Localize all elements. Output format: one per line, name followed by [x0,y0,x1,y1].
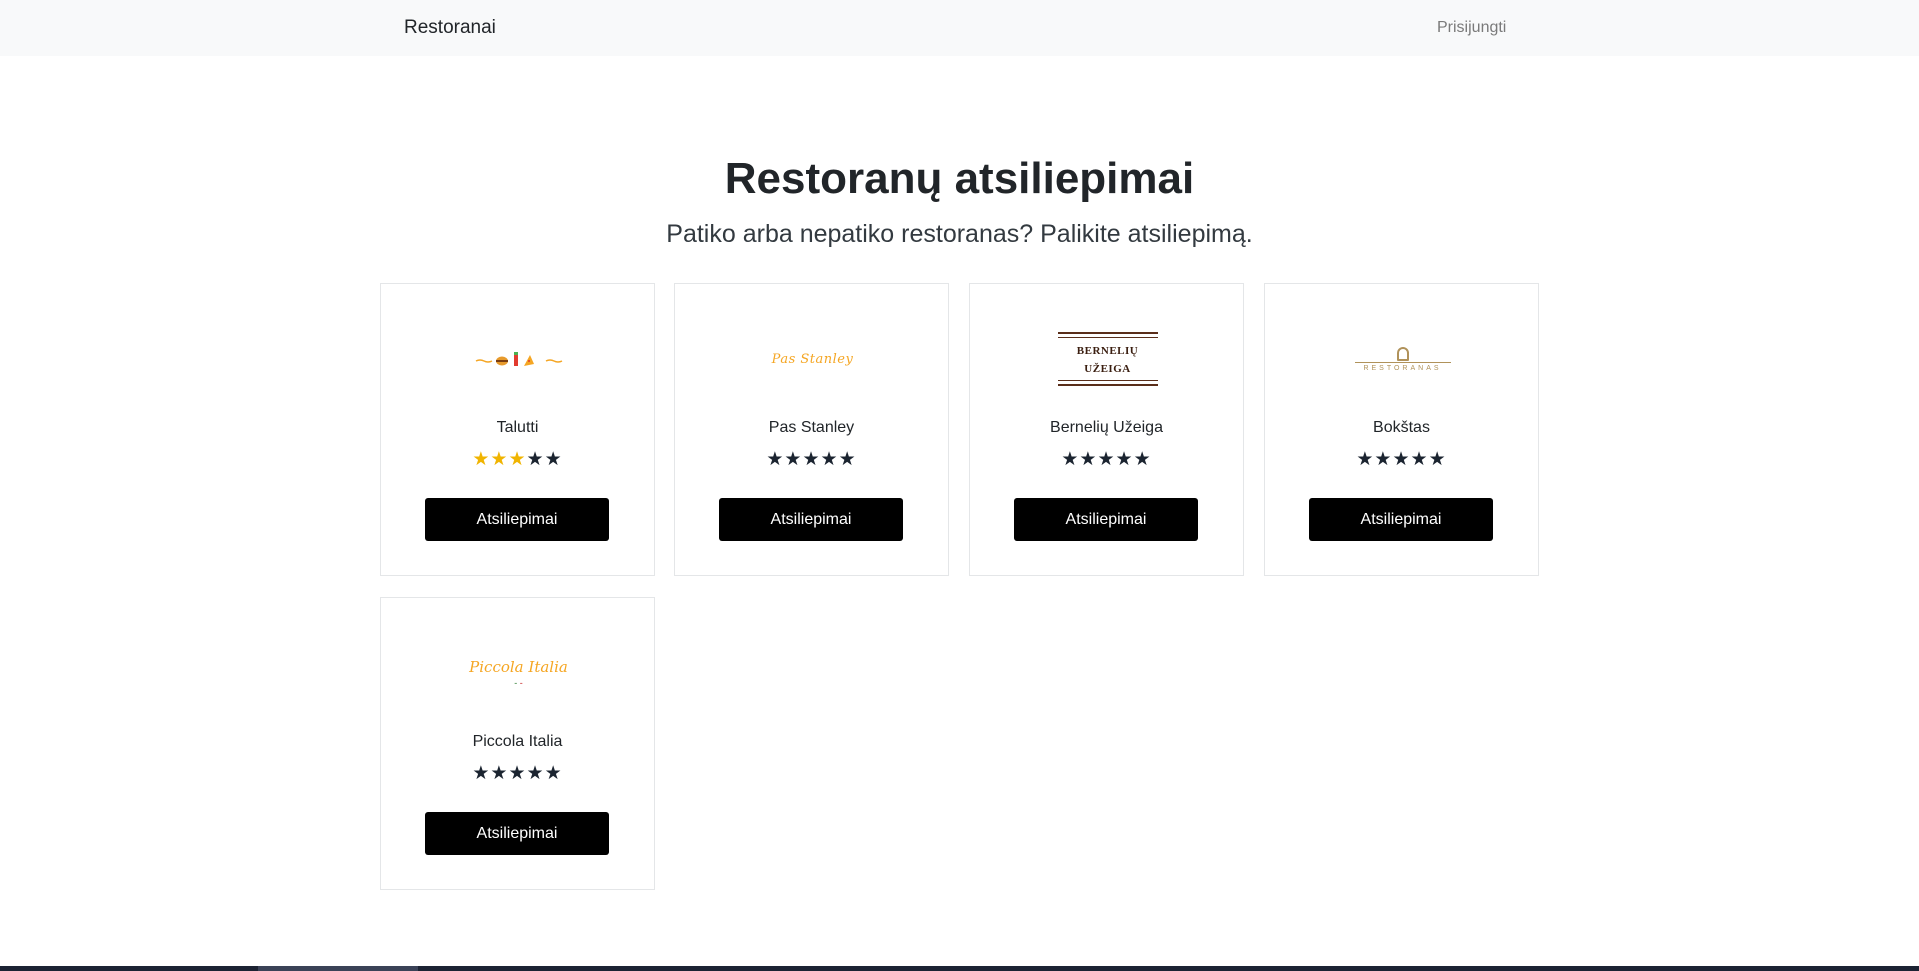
star-icon: ★ [1410,449,1429,470]
top-navbar: Restoranai Prisijungti [0,0,1919,56]
star-icon: ★ [1392,449,1411,470]
star-icon: ★ [544,763,563,784]
star-icon: ★ [802,449,821,470]
star-icon: ★ [1356,449,1375,470]
pas-stanley-logo: Pas Stanley [675,334,950,384]
star-icon: ★ [472,449,491,470]
piccola-italia-logo: Piccola Italia - - [381,648,656,698]
restaurant-card: Piccola Italia - - Piccola Italia ★★★★★ … [380,597,655,890]
reviews-button[interactable]: Atsiliepimai [1014,498,1198,541]
restaurant-name: Piccola Italia [472,733,563,750]
talutti-logo-icon [475,352,562,366]
talutti-logo [381,334,656,384]
berneliu-uzeiga-logo-mark: BERNELIŲ UŽEIGA [1057,332,1158,386]
star-icon: ★ [784,449,803,470]
star-icon: ★ [508,449,527,470]
star-icon: ★ [526,763,545,784]
star-icon: ★ [766,449,785,470]
bokstas-logo-mark: RESTORANAS [1354,346,1451,372]
brand-link[interactable]: Restoranai [404,17,496,39]
star-icon: ★ [526,449,545,470]
bokstas-logo-text: RESTORANAS [1363,364,1442,372]
rating-stars: ★★★★★ [381,450,654,470]
login-link[interactable]: Prisijungti [1437,19,1506,37]
star-icon: ★ [1115,449,1134,470]
piccola-italia-logo-mark: Piccola Italia - - [469,658,568,688]
restaurant-name: Talutti [496,419,539,436]
star-icon: ★ [490,449,509,470]
rating-stars: ★★★★★ [381,764,654,784]
reviews-button[interactable]: Atsiliepimai [425,498,609,541]
restaurant-card: Pas Stanley Pas Stanley ★★★★★ Atsiliepim… [674,283,949,576]
restaurant-card: BERNELIŲ UŽEIGA Bernelių Užeiga ★★★★★ At… [969,283,1244,576]
star-icon: ★ [1079,449,1098,470]
star-icon: ★ [820,449,839,470]
restaurant-name: Bokštas [1373,419,1430,436]
star-icon: ★ [544,449,563,470]
rating-stars: ★★★★★ [675,450,948,470]
berneliu-uzeiga-logo-text: BERNELIŲ UŽEIGA [1076,345,1139,375]
star-icon: ★ [490,763,509,784]
star-icon: ★ [1061,449,1080,470]
reviews-button[interactable]: Atsiliepimai [1309,498,1493,541]
star-icon: ★ [1097,449,1116,470]
rating-stars: ★★★★★ [1265,450,1538,470]
star-icon: ★ [1133,449,1152,470]
rating-stars: ★★★★★ [970,450,1243,470]
pas-stanley-logo-text: Pas Stanley [771,351,854,367]
page-title: Restoranų atsiliepimai [724,154,1195,203]
piccola-italia-logo-text: Piccola Italia [469,658,568,676]
berneliu-uzeiga-logo: BERNELIŲ UŽEIGA [970,332,1245,386]
bokstas-logo: RESTORANAS [1265,334,1540,384]
reviews-button[interactable]: Atsiliepimai [425,812,609,855]
star-icon: ★ [1374,449,1393,470]
page-subtitle: Patiko arba nepatiko restoranas? Palikit… [666,220,1253,248]
star-icon: ★ [838,449,857,470]
restaurant-card: RESTORANAS Bokštas ★★★★★ Atsiliepimai [1264,283,1539,576]
star-icon: ★ [508,763,527,784]
star-icon: ★ [1428,449,1447,470]
restaurant-card: Talutti ★★★★★ Atsiliepimai [380,283,655,576]
star-icon: ★ [472,763,491,784]
restaurant-name: Pas Stanley [768,419,855,436]
restaurant-name: Bernelių Užeiga [1050,419,1163,436]
scrollbar-thumb[interactable] [258,966,418,971]
reviews-button[interactable]: Atsiliepimai [719,498,903,541]
